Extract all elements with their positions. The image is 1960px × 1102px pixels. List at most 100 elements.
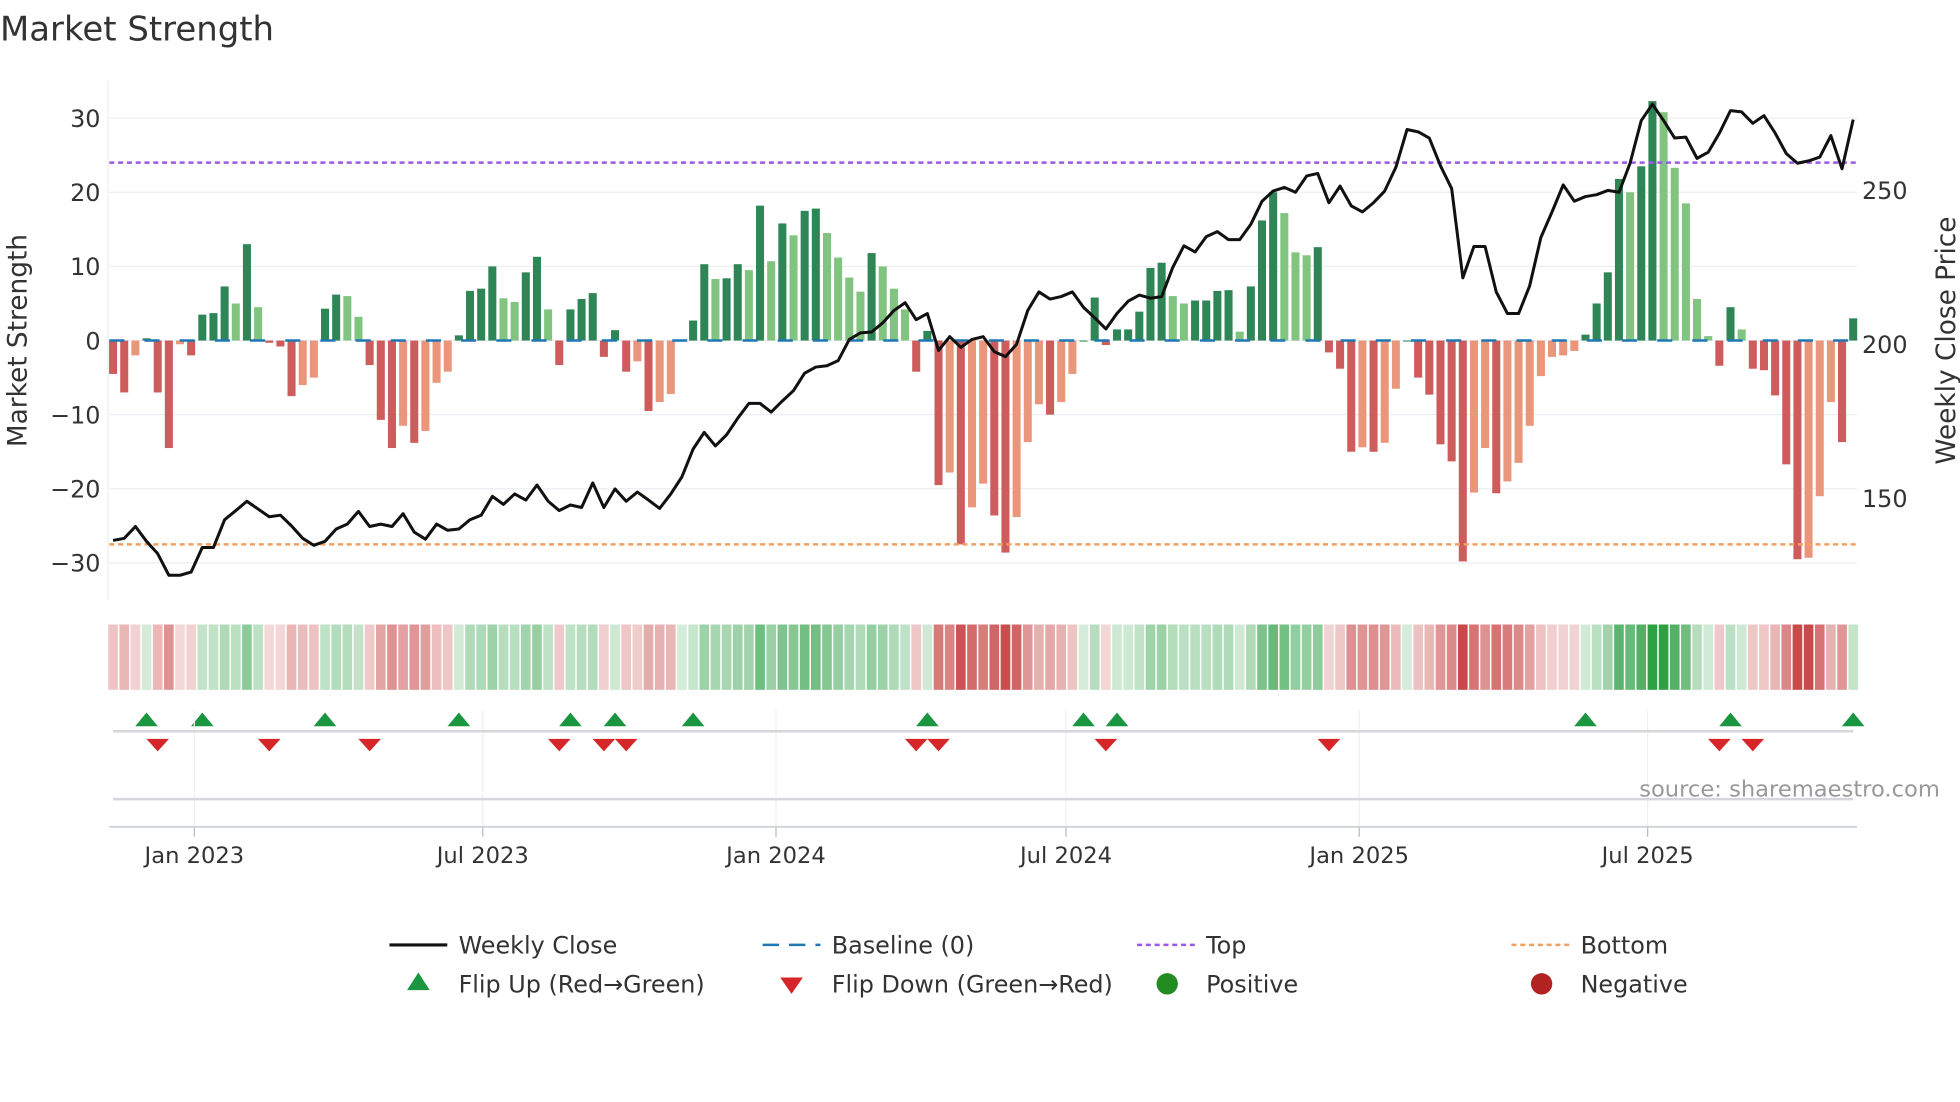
positive-bar	[588, 293, 597, 341]
negative-bar	[1391, 340, 1400, 389]
positive-bar	[1302, 255, 1311, 341]
positive-bar	[1124, 329, 1133, 341]
strip-cell-negative	[130, 624, 141, 690]
strip-cell-positive	[454, 624, 464, 690]
positive-bar	[744, 270, 753, 341]
flip-down-marker	[146, 738, 170, 752]
legend: Weekly Close Baseline (0) Top Bottom Flip Up…	[389, 932, 1688, 999]
strip-cell-positive	[900, 624, 910, 690]
strip-cell-negative	[264, 624, 275, 690]
negative-bar	[1804, 340, 1813, 558]
legend-label: Baseline (0)	[832, 932, 975, 960]
negative-bar	[979, 340, 988, 484]
legend-circle-icon	[1156, 973, 1178, 995]
strip-cell-positive	[833, 624, 843, 690]
strip-cell-positive	[1591, 624, 1602, 690]
strip-cell-negative	[1067, 624, 1078, 690]
flip-up-marker	[559, 712, 582, 727]
strip-cell-negative	[1837, 624, 1847, 690]
strip-cell-positive	[1268, 624, 1278, 690]
positive-bar	[1168, 296, 1177, 341]
y-tick-label: −10	[50, 401, 100, 429]
flip-up-marker	[313, 712, 337, 727]
strip-cell-negative	[599, 624, 609, 690]
negative-bar	[1369, 340, 1378, 452]
strip-cell-positive	[822, 624, 832, 690]
strip-cell-positive	[1279, 624, 1290, 690]
strip-cell-negative	[1547, 624, 1557, 690]
legend-item: Weekly Close	[389, 932, 617, 960]
strip-cell-positive	[777, 624, 788, 690]
negative-bar	[1492, 340, 1501, 494]
strip-cell-negative	[387, 624, 397, 690]
negative-bar	[120, 340, 129, 393]
negative-bar	[1548, 340, 1557, 357]
strip-cell-positive	[587, 624, 598, 690]
negative-bar	[1759, 340, 1768, 371]
strip-cell-negative	[1022, 624, 1033, 690]
positive-bar	[254, 307, 263, 341]
negative-bar	[1514, 340, 1523, 463]
strip-cell-negative	[1357, 624, 1368, 690]
negative-bar	[1782, 340, 1791, 465]
y2-tick-label: 200	[1862, 331, 1908, 359]
negative-bar	[990, 340, 999, 516]
positive-bar	[1269, 192, 1278, 341]
flip-down-marker	[1317, 738, 1341, 752]
legend-item: Top	[1137, 932, 1246, 960]
strip-cell-negative	[1714, 624, 1725, 690]
negative-bar	[1838, 340, 1847, 443]
strip-cell-positive	[866, 624, 877, 690]
legend-item: Positive	[1156, 971, 1298, 999]
strip-cell-positive	[766, 624, 777, 690]
negative-bar	[644, 340, 653, 411]
strip-cell-positive	[1636, 624, 1647, 690]
strip-cell-negative	[1491, 624, 1502, 690]
negative-bar	[287, 340, 296, 397]
strip-cell-negative	[398, 624, 408, 690]
strip-cell-negative	[409, 624, 420, 690]
positive-bar	[566, 309, 575, 341]
negative-bar	[1536, 340, 1545, 377]
strip-cell-positive	[922, 624, 933, 690]
strip-cell-negative	[375, 624, 386, 690]
strip-cell-positive	[1234, 624, 1245, 690]
flip-down-marker	[1094, 738, 1118, 752]
strip-cell-negative	[1558, 624, 1569, 690]
strip-cell-positive	[889, 624, 899, 690]
strip-cell-positive	[810, 624, 821, 690]
positive-bar	[242, 244, 251, 341]
y-tick-label: 10	[70, 253, 100, 281]
legend-label: Negative	[1581, 971, 1688, 999]
positive-bar	[1737, 329, 1746, 341]
y-tick-label: 20	[70, 179, 100, 207]
flip-up-marker	[681, 712, 705, 727]
positive-bar	[1603, 272, 1612, 341]
strip-cell-positive	[1681, 624, 1691, 690]
strip-cell-positive	[1246, 624, 1256, 690]
strip-cell-negative	[1536, 624, 1546, 690]
y-axis-right: 250 200 150	[1862, 177, 1908, 513]
strip-cell-positive	[476, 624, 487, 690]
strip-cell-positive	[219, 624, 230, 690]
negative-bar	[276, 340, 285, 347]
positive-bar	[1135, 311, 1144, 341]
negative-bar	[410, 340, 419, 443]
positive-bar	[343, 296, 352, 341]
positive-bar	[1726, 307, 1735, 341]
legend-triangle-up-icon	[407, 972, 430, 991]
flip-down-marker	[358, 738, 381, 752]
negative-bar	[365, 340, 374, 366]
positive-bar	[878, 266, 887, 341]
negative-bar	[1057, 340, 1066, 403]
strip-cell-positive	[1692, 624, 1702, 690]
strip-cell-positive	[1089, 624, 1100, 690]
strip-cell-negative	[108, 624, 118, 690]
strip-cell-negative	[286, 624, 297, 690]
strip-cell-positive	[1112, 624, 1122, 690]
strip-cell-negative	[1569, 624, 1580, 690]
strip-cell-positive	[855, 624, 866, 690]
negative-bar	[1380, 340, 1389, 443]
strip-cell-positive	[1580, 624, 1591, 690]
positive-bar	[220, 286, 229, 341]
